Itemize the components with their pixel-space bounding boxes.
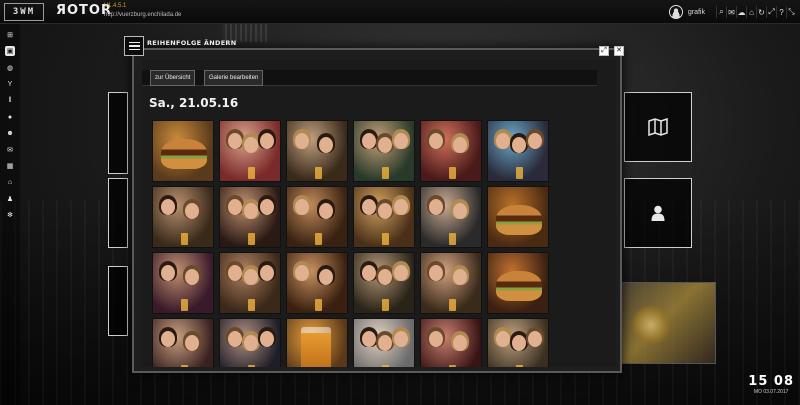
top-right-tools: grafik ⌕ ✉ ☁ ⌂ ↻ ⤢? ⤡ (668, 3, 796, 21)
gallery-photo[interactable] (219, 318, 281, 367)
globe-icon[interactable]: ◍ (5, 63, 15, 73)
username[interactable]: grafik (688, 9, 705, 16)
left-tile-bottom[interactable] (108, 266, 128, 336)
site-url[interactable]: http://vuerzburg.enchilada.de (104, 12, 181, 18)
gallery-photo[interactable] (286, 252, 348, 314)
modal-toolbar: zur Übersicht Galerie bearbeiten (142, 70, 597, 86)
reorder-list-icon[interactable] (124, 36, 144, 56)
modal-title: REIHENFOLGE ÄNDERN (147, 39, 237, 47)
gallery-modal: zur Übersicht Galerie bearbeiten Sa., 21… (132, 48, 622, 373)
gallery-photo[interactable] (487, 186, 549, 248)
gallery-photo[interactable] (353, 252, 415, 314)
user-icon[interactable]: ♟ (5, 194, 15, 204)
gallery-photo[interactable] (353, 120, 415, 182)
logo[interactable]: 3WM (4, 3, 44, 21)
edit-gallery-button[interactable]: Galerie bearbeiten (204, 70, 264, 86)
users-icon[interactable]: ☻ (5, 128, 15, 138)
refresh-icon[interactable]: ↻ (756, 6, 766, 18)
map-icon (648, 118, 668, 136)
cutlery-icon[interactable]: ǁ (5, 96, 15, 106)
toolbar-icons: ⌕ ✉ ☁ ⌂ ↻ ⤢? ⤡ (716, 6, 796, 18)
gallery-photo[interactable] (353, 186, 415, 248)
avatar-icon[interactable] (668, 5, 683, 19)
gallery-photo[interactable] (420, 252, 482, 314)
overview-button[interactable]: zur Übersicht (150, 70, 196, 86)
mail-icon[interactable]: ✉ (5, 145, 15, 155)
help-icon[interactable]: ? (776, 6, 786, 18)
gallery-photo[interactable] (219, 252, 281, 314)
gallery-photo[interactable] (152, 318, 214, 367)
user-tile[interactable] (624, 178, 692, 248)
home-icon[interactable]: ⌂ (746, 6, 756, 18)
gallery-photo[interactable] (487, 318, 549, 367)
pictures-icon[interactable]: ▣ (5, 46, 15, 57)
top-bar: 3WM ЯOTOR V1.4.5.1 http://vuerzburg.ench… (0, 0, 800, 24)
clock-date: MO 03.07.2017 (753, 389, 789, 395)
expand-icon[interactable]: ⤡ (786, 6, 796, 18)
modal-content: zur Übersicht Galerie bearbeiten Sa., 21… (142, 60, 616, 367)
gallery-photo[interactable] (152, 252, 214, 314)
sitemap-icon[interactable]: ⊞ (5, 30, 15, 40)
map-tile[interactable] (624, 92, 692, 162)
close-button[interactable]: ✕ (614, 46, 624, 56)
fullscreen-icon[interactable]: ⤢ (766, 6, 776, 18)
clock: 15 08 MO 03.07.2017 (748, 374, 794, 395)
gallery-photo[interactable] (286, 120, 348, 182)
gallery-photo[interactable] (219, 186, 281, 248)
cube-decoration (620, 282, 716, 364)
left-tile-top[interactable] (108, 92, 128, 174)
gallery-date: Sa., 21.05.16 (149, 96, 239, 110)
home-icon[interactable]: ⌂ (5, 178, 15, 188)
gallery-photo[interactable] (487, 120, 549, 182)
gallery-photo[interactable] (420, 120, 482, 182)
maximize-button[interactable]: ⤢ (599, 46, 609, 56)
left-tile-middle[interactable] (108, 178, 128, 248)
gallery-photo[interactable] (219, 120, 281, 182)
version-label: V1.4.5.1 (104, 3, 127, 9)
settings-icon[interactable]: ✻ (5, 210, 15, 220)
calendar-icon[interactable]: ▦ (5, 161, 15, 171)
gallery-photo[interactable] (152, 120, 214, 182)
user-icon (651, 205, 665, 221)
gallery-photo[interactable] (420, 318, 482, 367)
clock-time: 15 08 (748, 374, 794, 389)
sidebar: ⊞ ▣ ◍ Y ǁ ● ☻ ✉ ▦ ⌂ ♟ ✻ (0, 24, 20, 405)
gallery-photo[interactable] (152, 186, 214, 248)
gallery-photo[interactable] (286, 318, 348, 367)
gallery-photo[interactable] (420, 186, 482, 248)
cloud-icon[interactable]: ☁ (736, 6, 746, 18)
gallery-photo[interactable] (286, 186, 348, 248)
chat-icon[interactable]: ✉ (726, 6, 736, 18)
gallery-photo[interactable] (353, 318, 415, 367)
gallery-photo[interactable] (487, 252, 549, 314)
cocktail-icon[interactable]: Y (5, 79, 15, 89)
location-icon[interactable]: ● (5, 112, 15, 122)
search-icon[interactable]: ⌕ (716, 6, 726, 18)
